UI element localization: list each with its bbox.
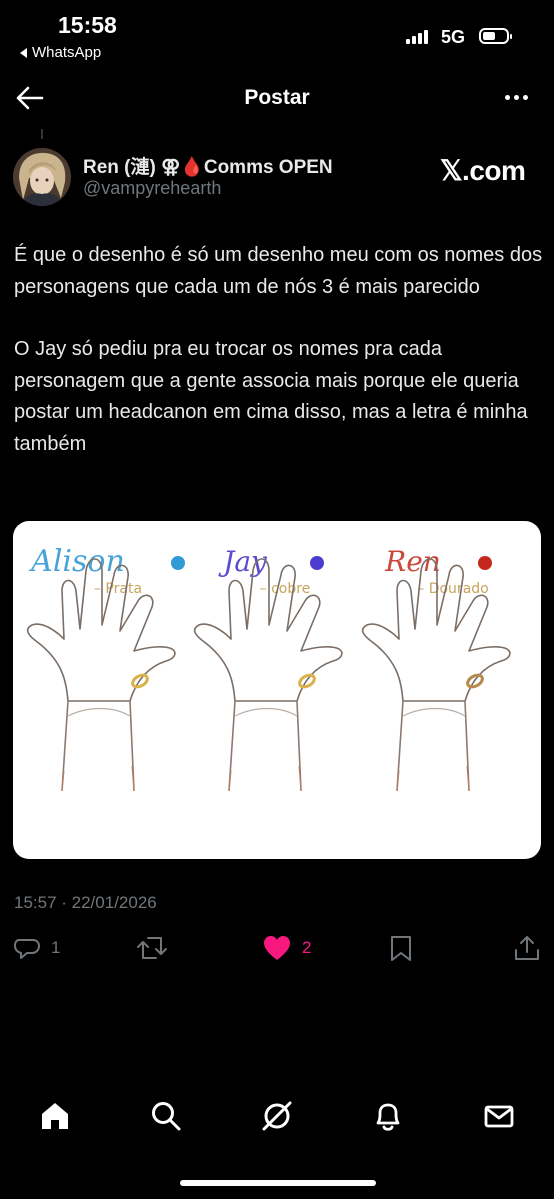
x-com-logo: 𝕏.com [440,155,526,186]
share-icon [515,936,539,960]
reply-count: 1 [51,938,61,957]
hand-metal-label: – Prata [94,581,142,597]
bookmark-button[interactable] [388,934,414,962]
repost-button[interactable] [136,934,168,962]
grok-icon[interactable] [260,1099,294,1133]
home-icon[interactable] [38,1099,72,1133]
bookmark-icon [391,936,411,961]
battery-level [483,32,495,40]
post-image[interactable]: Alison – Prata Jay – cobre Ren – Dourado [13,521,541,859]
search-icon[interactable] [149,1099,183,1133]
hand-figure: Ren – Dourado [361,545,511,792]
status-time: 15:58 [58,12,117,38]
signal-strength-icon [406,30,428,44]
network-type: 5G [441,27,466,47]
top-navigation: Postar [0,75,554,121]
author-handle[interactable]: @vampyrehearth [83,178,221,199]
hand-outline [193,558,343,792]
post-paragraph: É que o desenho é só um desenho meu com … [14,244,543,298]
hand-outline [26,558,176,792]
color-dot [171,556,185,570]
reply-icon [14,939,40,959]
page-title: Postar [244,86,310,109]
hand-name-label: Alison [28,544,125,579]
author-name[interactable]: Ren (漣) ⚢🩸Comms OPEN [83,152,333,179]
bottom-tab-bar [0,1095,554,1139]
post-actions: 1 2 [0,930,554,970]
home-indicator [180,1180,376,1186]
hand-figure: Jay – cobre [193,545,343,792]
reply-button[interactable]: 1 [13,934,60,962]
hand-metal-label: – cobre [260,581,311,597]
notifications-bell-icon[interactable] [371,1099,405,1133]
repost-icon [137,937,167,959]
back-to-app-link[interactable]: WhatsApp [20,44,101,61]
more-options-icon[interactable] [505,95,528,100]
heart-icon [264,936,290,960]
hand-metal-label: – Dourado [417,581,488,597]
post-paragraph: O Jay só pediu pra eu trocar os nomes pr… [14,338,528,455]
back-triangle-icon [20,47,27,58]
hand-figure: Alison – Prata [26,544,185,792]
like-count: 2 [302,938,312,957]
thread-connector-line [41,129,43,139]
hand-name-label: Ren [384,545,441,578]
avatar-illustration [13,148,71,206]
like-button[interactable]: 2 [262,934,311,962]
color-dot [478,556,492,570]
post-timestamp: 15:57 · 22/01/2026 [14,893,157,912]
messages-envelope-icon[interactable] [482,1099,516,1133]
status-bar: 15:58 WhatsApp 5G [0,0,554,70]
post-text: É que o desenho é só um desenho meu com … [14,240,544,460]
back-app-label: WhatsApp [32,44,102,61]
battery-icon [479,28,512,44]
share-button[interactable] [513,934,541,962]
hands-drawing: Alison – Prata Jay – cobre Ren – Dourado [26,544,511,792]
color-dot [310,556,324,570]
avatar[interactable] [13,148,71,206]
hand-name-label: Jay [218,545,268,578]
